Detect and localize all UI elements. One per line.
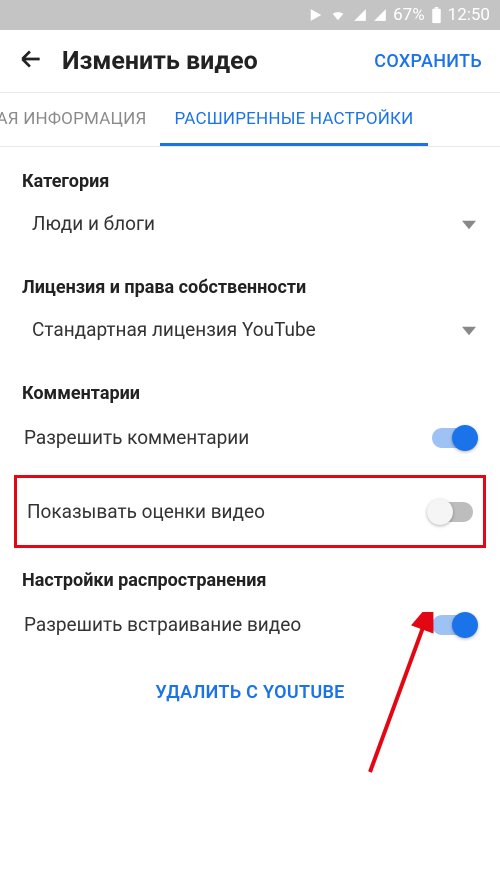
delete-button[interactable]: УДАЛИТЬ С YOUTUBE	[22, 682, 478, 727]
page-title: Изменить видео	[62, 47, 356, 76]
license-select[interactable]: Стандартная лицензия YouTube	[22, 312, 478, 349]
category-value: Люди и блоги	[32, 212, 155, 235]
highlight-annotation: Показывать оценки видео	[14, 475, 486, 548]
allow-embed-label: Разрешить встраивание видео	[24, 613, 301, 636]
chevron-down-icon	[462, 318, 476, 341]
show-ratings-label: Показывать оценки видео	[27, 500, 265, 523]
back-arrow-icon[interactable]	[18, 46, 44, 76]
tab-advanced-settings[interactable]: РАСШИРЕННЫЕ НАСТРОЙКИ	[160, 93, 427, 146]
battery-percent: 67%	[393, 5, 425, 25]
category-select[interactable]: Люди и блоги	[22, 206, 478, 243]
show-ratings-row: Показывать оценки видео	[25, 492, 475, 531]
category-label: Категория	[22, 171, 478, 192]
license-value: Стандартная лицензия YouTube	[32, 318, 316, 341]
show-ratings-toggle[interactable]	[429, 502, 473, 522]
allow-comments-toggle[interactable]	[432, 428, 476, 448]
allow-comments-label: Разрешить комментарии	[24, 426, 249, 449]
battery-icon	[431, 7, 442, 24]
license-label: Лицензия и права собственности	[22, 277, 478, 298]
status-bar: 67% 12:50	[0, 0, 500, 30]
chevron-down-icon	[462, 212, 476, 235]
allow-comments-row: Разрешить комментарии	[22, 418, 478, 457]
wifi-icon	[329, 8, 347, 22]
signal-icon-2	[373, 8, 387, 22]
signal-icon-1	[353, 8, 367, 22]
tab-basic-info[interactable]: НАЯ ИНФОРМАЦИЯ	[0, 93, 160, 146]
tabs: НАЯ ИНФОРМАЦИЯ РАСШИРЕННЫЕ НАСТРОЙКИ	[0, 93, 500, 147]
content-area: Категория Люди и блоги Лицензия и права …	[0, 147, 500, 727]
clock: 12:50	[448, 5, 490, 25]
play-store-icon	[309, 8, 323, 22]
allow-embed-toggle[interactable]	[432, 615, 476, 635]
comments-label: Комментарии	[22, 383, 478, 404]
app-header: Изменить видео СОХРАНИТЬ	[0, 30, 500, 93]
distribution-label: Настройки распространения	[22, 570, 478, 591]
save-button[interactable]: СОХРАНИТЬ	[374, 51, 482, 72]
status-icons: 67% 12:50	[309, 5, 490, 25]
allow-embed-row: Разрешить встраивание видео	[22, 605, 478, 644]
